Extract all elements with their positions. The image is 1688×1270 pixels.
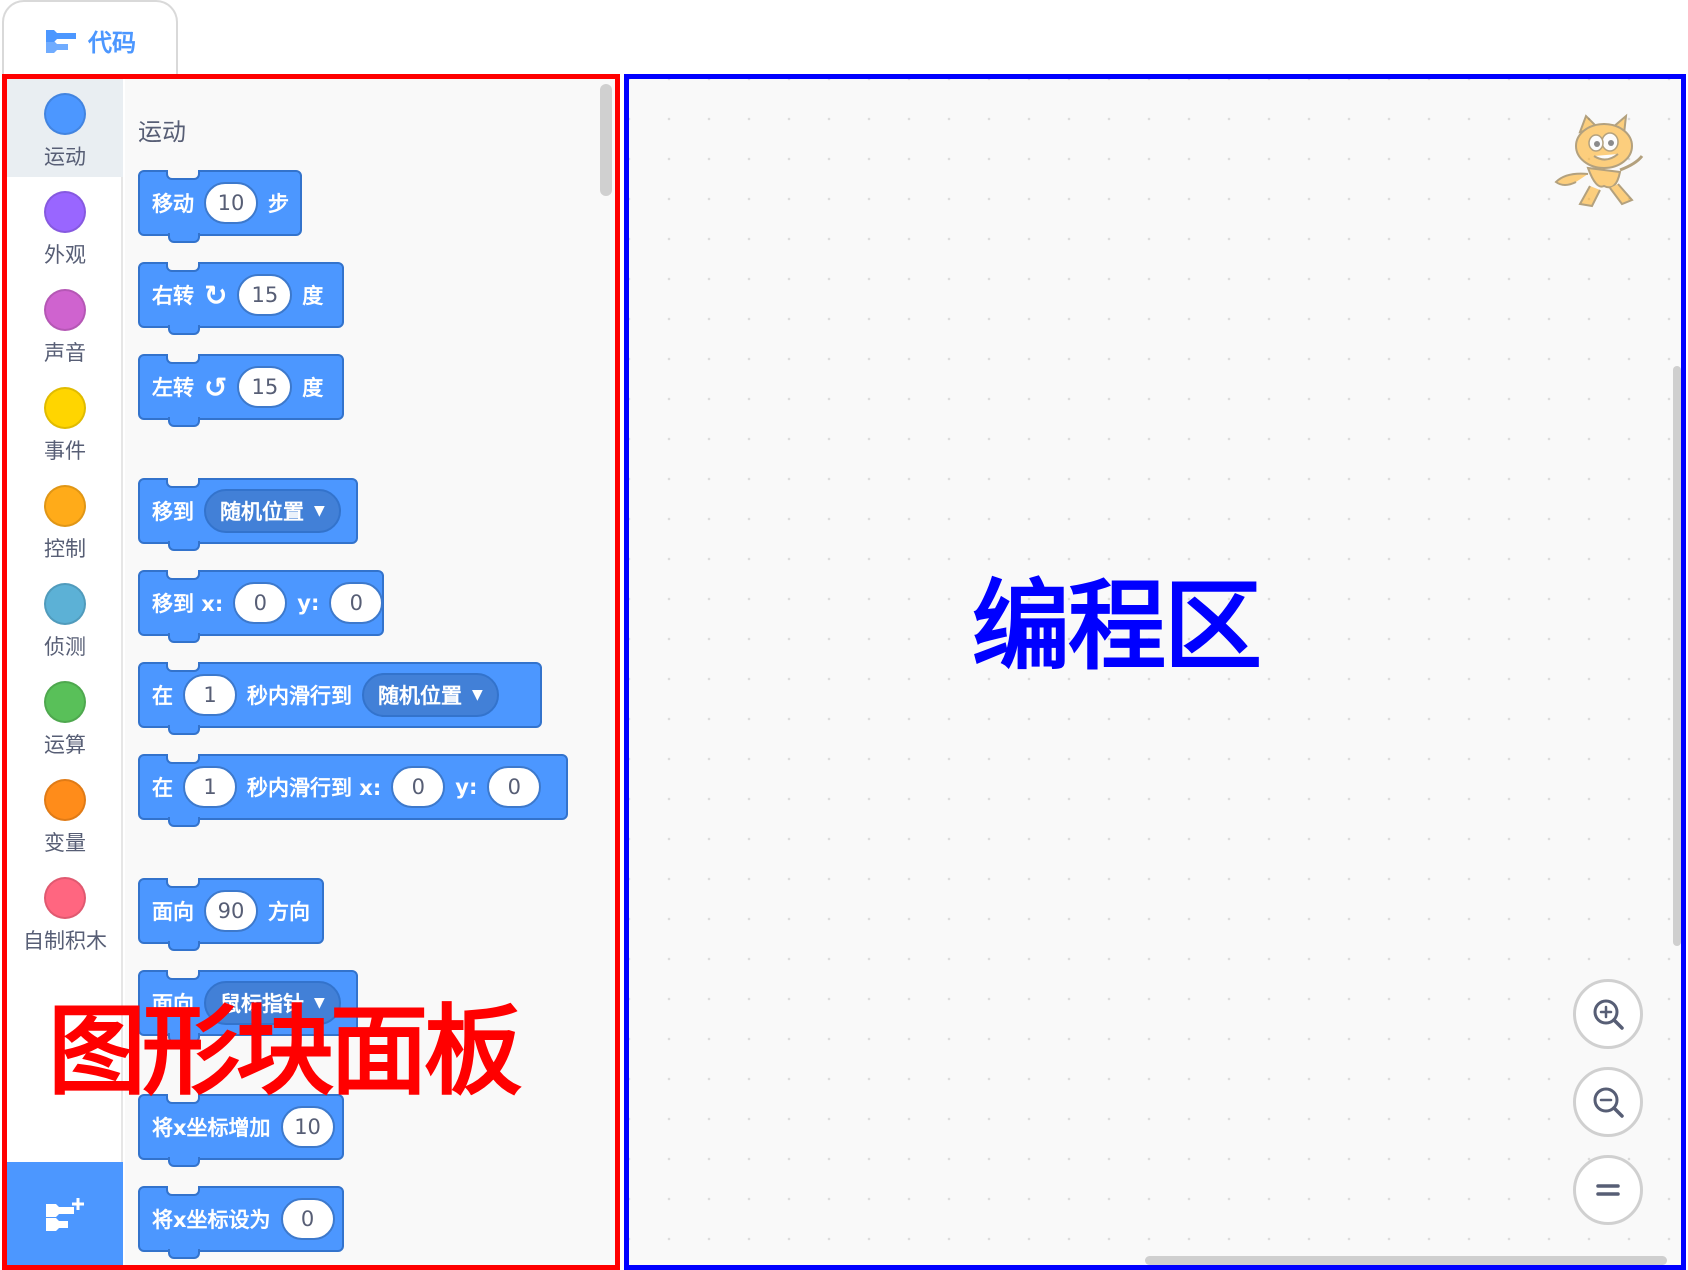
block-number-input[interactable]: 0 (280, 1198, 335, 1240)
block-text: 面向 (152, 900, 194, 924)
block-text: y: (297, 591, 320, 615)
block-turn-right[interactable]: 右转 ↻ 15 度 (138, 262, 344, 335)
block-number-input[interactable]: 10 (204, 182, 258, 224)
block-number-input[interactable]: 15 (237, 366, 293, 408)
category-variables-dot (44, 779, 86, 821)
block-text: 将x坐标设为 (152, 1208, 271, 1232)
zoom-in-button[interactable] (1573, 979, 1643, 1049)
block-number-input[interactable]: 90 (204, 890, 258, 932)
block-text: 方向 (268, 900, 310, 924)
block-text: 在 (152, 776, 173, 800)
category-my-blocks-dot (44, 877, 86, 919)
scratch-cat-sprite-icon (1554, 113, 1644, 208)
block-text: 左转 (152, 376, 194, 400)
zoom-reset-icon (1596, 1184, 1620, 1196)
category-motion-dot (44, 93, 86, 135)
category-label: 事件 (44, 439, 86, 463)
palette-annotation-label: 图形块面板 (48, 995, 522, 1109)
flyout-scrollbar[interactable] (600, 84, 612, 196)
category-sound[interactable]: 声音 (7, 275, 123, 373)
category-label: 自制积木 (23, 929, 107, 953)
category-sensing-dot (44, 583, 86, 625)
block-text: 度 (302, 284, 324, 308)
block-text: 移动 (152, 192, 194, 216)
rotate-left-icon: ↺ (204, 370, 228, 404)
category-control-dot (44, 485, 86, 527)
workspace-annotation-label: 编程区 (972, 570, 1262, 684)
flyout-category-title: 运动 (138, 118, 186, 146)
code-blocks-icon (46, 30, 76, 53)
tab-code[interactable]: 代码 (2, 0, 178, 78)
block-number-input[interactable]: 15 (237, 274, 293, 316)
category-sound-dot (44, 289, 86, 331)
category-events-dot (44, 387, 86, 429)
add-extension-icon (46, 1197, 84, 1231)
block-turn-left[interactable]: 左转 ↺ 15 度 (138, 354, 344, 427)
category-label: 外观 (44, 243, 86, 267)
dropdown-value: 随机位置 (378, 684, 462, 708)
category-variables[interactable]: 变量 (7, 765, 123, 863)
block-text: 秒内滑行到 x: (247, 776, 382, 800)
block-text: 在 (152, 684, 173, 708)
category-label: 控制 (44, 537, 86, 561)
category-motion[interactable]: 运动 (7, 79, 123, 177)
block-dropdown[interactable]: 随机位置 ▼ (204, 489, 341, 533)
tab-code-label: 代码 (88, 28, 136, 57)
block-text: 将x坐标增加 (152, 1116, 271, 1140)
block-text: 步 (268, 192, 289, 216)
category-looks-dot (44, 191, 86, 233)
block-text: 度 (302, 376, 324, 400)
block-glide-to-xy[interactable]: 在 1 秒内滑行到 x: 0 y: 0 (138, 754, 568, 827)
rotate-right-icon: ↻ (204, 278, 228, 312)
workspace-horizontal-scrollbar[interactable] (1145, 1256, 1667, 1265)
block-number-input[interactable]: 10 (280, 1106, 335, 1148)
block-text: 移到 x: (152, 592, 224, 616)
zoom-reset-button[interactable] (1573, 1155, 1643, 1225)
caret-down-icon: ▼ (472, 687, 483, 703)
category-operators[interactable]: 运算 (7, 667, 123, 765)
block-text: 秒内滑行到 (247, 684, 352, 708)
block-number-input[interactable]: 0 (233, 582, 288, 624)
block-go-to-target[interactable]: 移到 随机位置 ▼ (138, 478, 358, 551)
category-label: 运动 (44, 145, 86, 169)
category-events[interactable]: 事件 (7, 373, 123, 471)
caret-down-icon: ▼ (314, 503, 325, 519)
category-label: 侦测 (44, 635, 86, 659)
block-go-to-xy[interactable]: 移到 x: 0 y: 0 (138, 570, 384, 643)
block-number-input[interactable]: 0 (329, 582, 384, 624)
category-operators-dot (44, 681, 86, 723)
block-text: y: (455, 775, 478, 799)
block-glide-to-target[interactable]: 在 1 秒内滑行到 随机位置 ▼ (138, 662, 542, 735)
block-text: 移到 (152, 500, 194, 524)
category-sensing[interactable]: 侦测 (7, 569, 123, 667)
category-control[interactable]: 控制 (7, 471, 123, 569)
zoom-in-icon (1593, 999, 1624, 1030)
block-number-input[interactable]: 1 (183, 674, 237, 716)
block-point-in-direction[interactable]: 面向 90 方向 (138, 878, 324, 951)
zoom-out-button[interactable] (1573, 1067, 1643, 1137)
block-set-x[interactable]: 将x坐标设为 0 (138, 1186, 344, 1259)
scratch-editor: 代码 运动 外观 声音 事件 控制 侦测 运算 变量 自制积木 运动 移动 10… (0, 0, 1688, 1270)
block-number-input[interactable]: 0 (487, 766, 542, 808)
category-looks[interactable]: 外观 (7, 177, 123, 275)
zoom-out-icon (1593, 1087, 1624, 1118)
block-move-steps[interactable]: 移动 10 步 (138, 170, 302, 243)
category-label: 变量 (44, 831, 86, 855)
category-my-blocks[interactable]: 自制积木 (7, 863, 123, 961)
block-dropdown[interactable]: 随机位置 ▼ (362, 673, 499, 717)
add-extension-button[interactable] (7, 1162, 123, 1265)
block-number-input[interactable]: 0 (391, 766, 446, 808)
block-text: 右转 (152, 284, 194, 308)
workspace-vertical-scrollbar[interactable] (1673, 366, 1681, 946)
category-label: 运算 (44, 733, 86, 757)
dropdown-value: 随机位置 (220, 500, 304, 524)
category-label: 声音 (44, 341, 86, 365)
block-number-input[interactable]: 1 (183, 766, 237, 808)
